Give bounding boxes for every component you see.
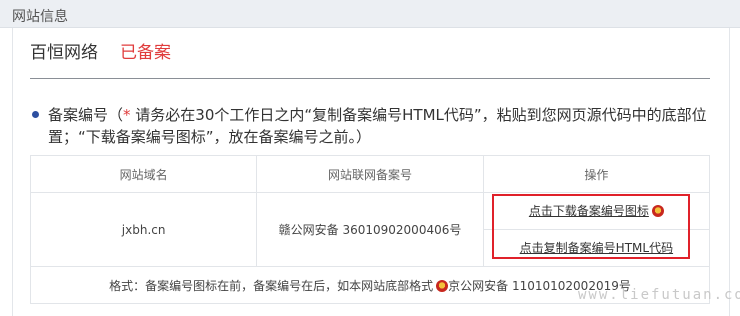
bullet-dot — [32, 111, 39, 118]
watermark: www.liefutuan.com — [578, 287, 740, 303]
police-badge-icon — [436, 279, 449, 292]
format-prefix: 格式：备案编号图标在前，备案编号在后，如本网站底部格式 — [109, 278, 434, 293]
divider — [30, 78, 710, 79]
table-row: jxbh.cn 赣公网安备 36010902000406号 点击下载备案编号图标… — [29, 192, 711, 267]
actions-cell: 点击下载备案编号图标 点击复制备案编号HTML代码 — [482, 192, 711, 267]
site-brand: 百恒网络 — [30, 43, 98, 63]
download-icon-row: 点击下载备案编号图标 — [483, 193, 709, 230]
domain-cell: jxbh.cn — [29, 192, 258, 267]
download-icon-link[interactable]: 点击下载备案编号图标 — [529, 204, 649, 218]
section-title: 网站信息 — [12, 9, 68, 25]
copy-code-row: 点击复制备案编号HTML代码 — [484, 230, 709, 266]
required-star: * — [123, 106, 131, 124]
table-header-row: 网站域名 网站联网备案号 操作 — [29, 155, 711, 193]
police-badge-icon — [651, 205, 664, 217]
notice-label: 备案编号（ — [48, 106, 124, 124]
record-status: 已备案 — [120, 43, 171, 63]
record-number-cell: 赣公网安备 36010902000406号 — [256, 192, 484, 267]
record-notice: 备案编号（* 请务必在30个工作日之内“复制备案编号HTML代码”，粘贴到您网页… — [48, 104, 718, 148]
record-table: 网站域名 网站联网备案号 操作 jxbh.cn 赣公网安备 3601090200… — [29, 155, 711, 304]
download-icon-label: 点击下载备案编号图标 — [528, 204, 649, 218]
col-header-actions: 操作 — [482, 155, 711, 193]
col-header-domain: 网站域名 — [29, 155, 258, 193]
section-header: 网站信息 — [0, 0, 740, 28]
copy-html-code-link[interactable]: 点击复制备案编号HTML代码 — [520, 241, 673, 255]
col-header-record: 网站联网备案号 — [256, 155, 484, 193]
notice-text: 请务必在30个工作日之内“复制备案编号HTML代码”，粘贴到您网页源代码中的底部… — [48, 106, 707, 146]
